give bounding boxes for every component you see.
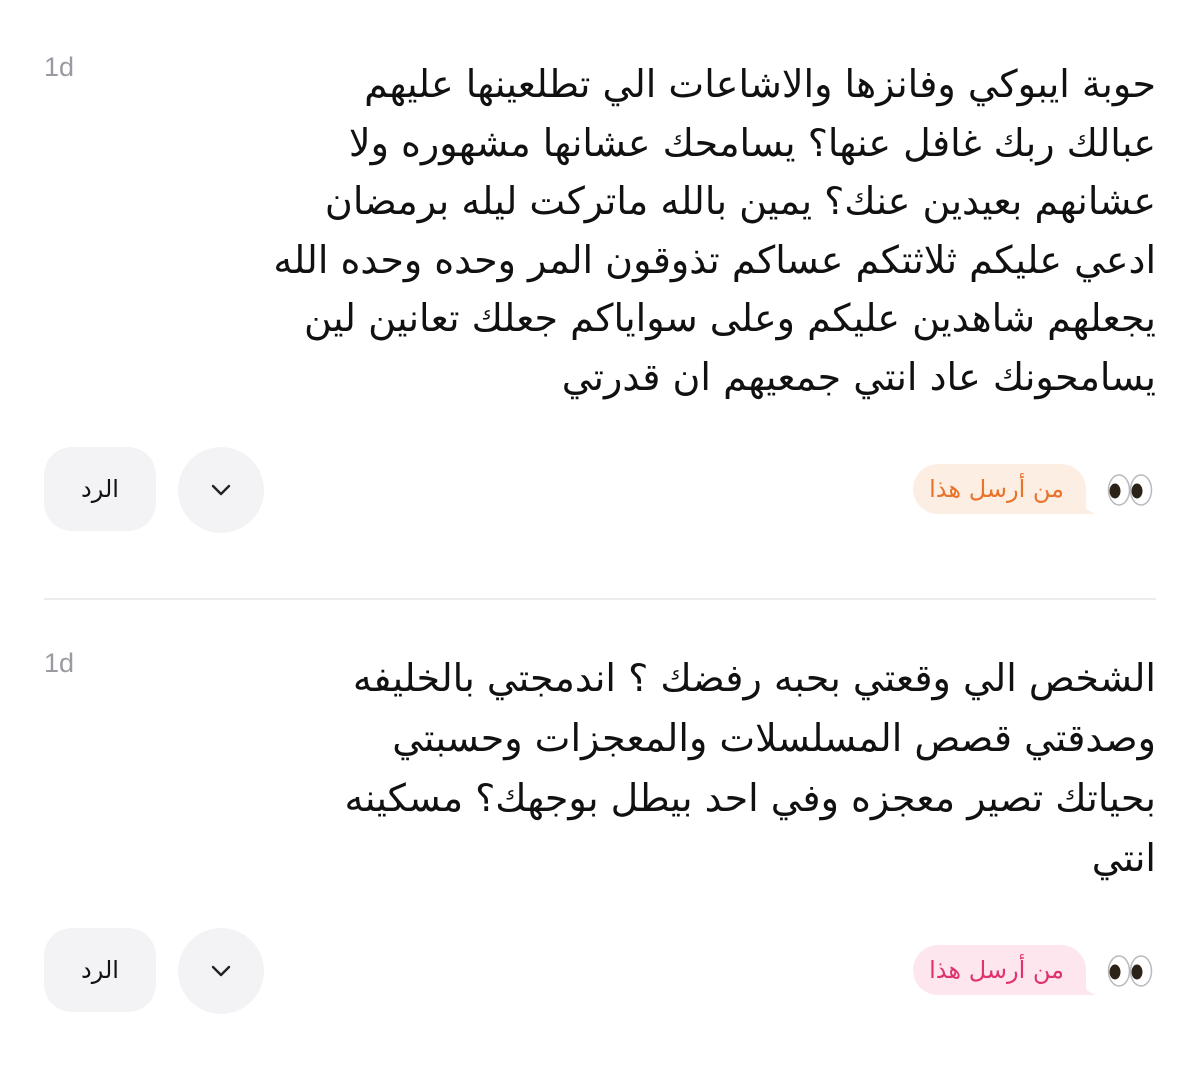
eyes-icon[interactable] [1106,952,1154,990]
reply-button[interactable]: الرد [44,928,156,1012]
who-sent-this-label: من أرسل هذا [929,956,1064,984]
pill-tail [1074,500,1096,514]
chevron-down-icon [211,965,231,977]
message-text: حوبة ايبوكي وفانزها والاشاعات الي تطلعين… [273,62,1156,399]
chevron-down-icon [211,484,231,496]
expand-button[interactable] [178,928,264,1014]
who-sent-this-button[interactable]: من أرسل هذا [913,464,1096,514]
action-row: الرد من أرسل هذا [0,447,1200,533]
reply-button[interactable]: الرد [44,447,156,531]
timestamp: 1d [44,52,75,82]
pill-tail [1074,981,1096,995]
who-sent-this-label: من أرسل هذا [929,475,1064,503]
reply-button-label: الرد [81,956,119,984]
eyes-icon[interactable] [1106,471,1154,509]
message-card: 1d حوبة ايبوكي وفانزها والاشاعات الي تطل… [0,0,1200,598]
action-row: الرد من أرسل هذا [0,928,1200,1014]
who-sent-this-button[interactable]: من أرسل هذا [913,945,1096,995]
message-text: الشخص الي وقعتي بحبه رفضك ؟ اندمجتي بالخ… [344,656,1157,880]
expand-button[interactable] [178,447,264,533]
reply-button-label: الرد [81,475,119,503]
timestamp: 1d [44,648,75,678]
